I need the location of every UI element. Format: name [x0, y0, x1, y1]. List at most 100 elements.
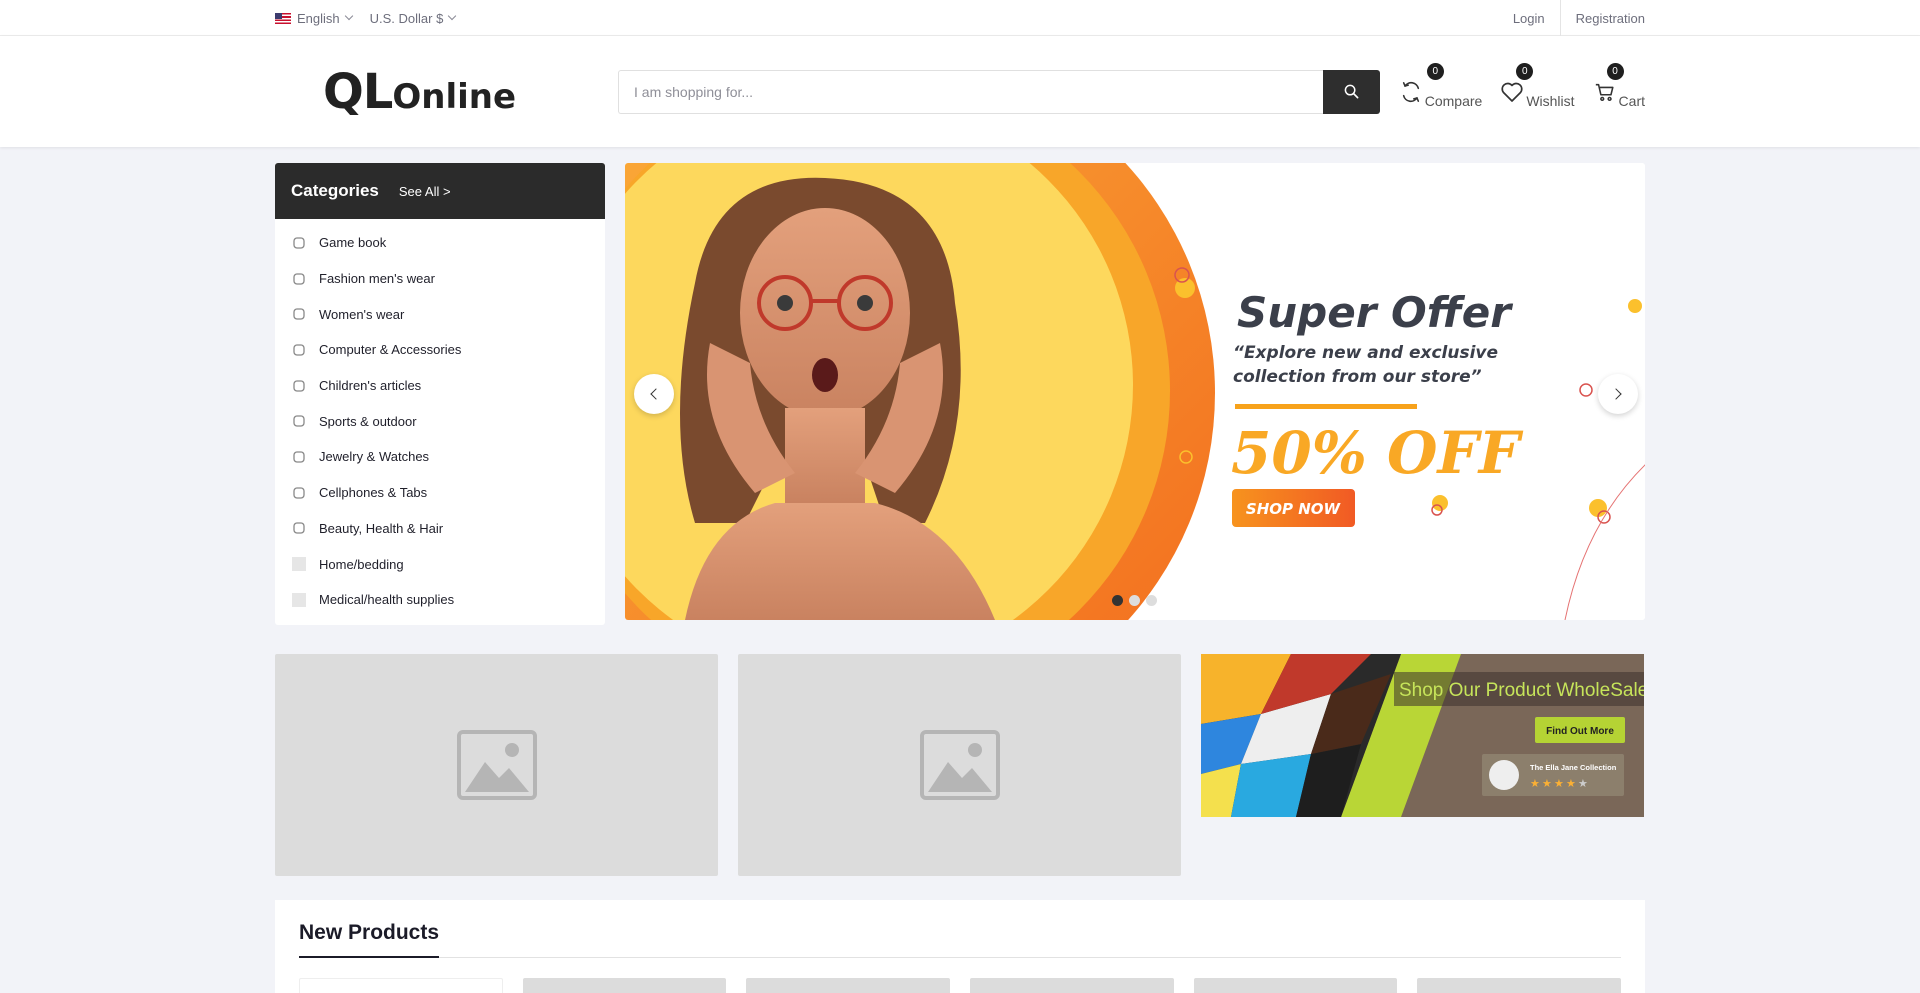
slide-headline: Super Offer	[1237, 288, 1513, 337]
chevron-left-icon	[649, 388, 662, 400]
currency-label: U.S. Dollar $	[369, 10, 444, 26]
category-label: Medical/health supplies	[319, 592, 455, 608]
chevron-down-icon	[344, 11, 353, 21]
category-label: Game book	[319, 235, 387, 251]
svg-text:★: ★	[1566, 778, 1576, 790]
category-item[interactable]: Jewelry & Watches	[275, 439, 605, 475]
categories-panel: Categories See All > Game book Fashion me…	[275, 163, 605, 625]
search-button[interactable]	[1323, 69, 1380, 114]
top-bar: English U.S. Dollar $ Login Registration	[0, 0, 1920, 36]
placeholder-icon	[292, 592, 306, 607]
category-item[interactable]: Home/bedding	[275, 546, 605, 582]
us-flag-icon	[275, 12, 291, 24]
category-label: Women's wear	[319, 306, 405, 322]
category-label: Jewelry & Watches	[319, 449, 430, 465]
slider-prev-button[interactable]	[633, 374, 674, 414]
new-products-section: New Products	[0, 900, 1920, 993]
category-item[interactable]: Computer & Accessories	[275, 332, 605, 368]
tshirts-image: Shop Our Product WholeSale Find Out More…	[1201, 654, 1644, 817]
placeholder-icon	[292, 557, 306, 572]
rating-stars-icon: ★ ★ ★ ★ ★	[1530, 778, 1588, 790]
chevron-down-icon	[448, 11, 457, 21]
phone-icon	[292, 486, 306, 500]
slider-dot-1[interactable]	[1111, 595, 1123, 606]
product-card[interactable]	[299, 978, 503, 993]
currency-selector[interactable]: U.S. Dollar $	[369, 10, 457, 26]
watch-icon	[292, 450, 306, 464]
slide-shop-now: SHOP NOW	[1245, 500, 1341, 518]
wishlist-count-badge: 0	[1516, 62, 1534, 80]
compare-count-badge: 0	[1426, 62, 1444, 80]
language-selector[interactable]: English	[275, 10, 353, 26]
refresh-icon	[1399, 80, 1423, 104]
svg-text:★: ★	[1530, 778, 1540, 790]
slider-dots	[1111, 595, 1157, 606]
product-card[interactable]	[746, 978, 951, 993]
cart-label: Cart	[1618, 92, 1645, 109]
svg-text:★: ★	[1542, 778, 1552, 790]
category-label: Fashion men's wear	[319, 271, 435, 287]
slider-dot-3[interactable]	[1145, 595, 1157, 606]
wishlist-button[interactable]: 0 Wishlist	[1500, 62, 1575, 108]
compare-button[interactable]: 0 Compare	[1399, 62, 1482, 108]
cart-icon	[1593, 80, 1617, 104]
product-card[interactable]	[522, 978, 727, 993]
dress-icon	[292, 307, 306, 321]
slide-banner: Super Offer “Explore new and exclusive c…	[624, 163, 1645, 620]
search-bar	[618, 69, 1380, 114]
wholesale-badge-text: The Ella Jane Collection	[1530, 763, 1617, 772]
login-link[interactable]: Login	[1498, 0, 1560, 36]
slide-subline-1: “Explore new and exclusive	[1233, 343, 1498, 363]
image-placeholder-icon	[919, 730, 1000, 800]
site-logo[interactable]: QL Online	[275, 64, 551, 120]
search-icon	[1344, 84, 1359, 99]
category-label: Beauty, Health & Hair	[319, 520, 444, 536]
category-item[interactable]: Sports & outdoor	[275, 403, 605, 439]
cart-count-badge: 0	[1606, 62, 1624, 80]
svg-text:★: ★	[1554, 778, 1564, 790]
category-item[interactable]: Game book	[275, 225, 605, 261]
slide-discount: 50% OFF	[1231, 419, 1524, 487]
categories-header: Categories See All >	[275, 163, 605, 219]
category-label: Children's articles	[319, 378, 422, 394]
promo-banners: Shop Our Product WholeSale Find Out More…	[0, 654, 1920, 876]
see-all-link[interactable]: See All >	[399, 184, 451, 199]
category-item[interactable]: Women's wear	[275, 296, 605, 332]
baby-icon	[292, 379, 306, 393]
language-label: English	[297, 10, 340, 26]
product-card[interactable]	[1193, 978, 1398, 993]
computer-icon	[292, 343, 306, 357]
heart-icon	[1500, 80, 1524, 104]
registration-link[interactable]: Registration	[1559, 0, 1645, 36]
category-item[interactable]: Beauty, Health & Hair	[275, 511, 605, 547]
wholesale-banner[interactable]: Shop Our Product WholeSale Find Out More…	[1201, 654, 1644, 817]
beauty-icon	[292, 521, 306, 535]
category-item[interactable]: Children's articles	[275, 368, 605, 404]
category-item[interactable]: Fashion men's wear	[275, 261, 605, 297]
banner-placeholder-2[interactable]	[738, 654, 1181, 876]
chevron-right-icon	[1609, 388, 1622, 400]
logo-sub-text: Online	[392, 76, 517, 117]
header: QLOnline 0 Compare 0 Wishlist	[0, 36, 1920, 147]
category-item[interactable]: Cellphones & Tabs	[275, 475, 605, 511]
category-label: Home/bedding	[319, 556, 404, 572]
cart-button[interactable]: 0 Cart	[1593, 62, 1645, 108]
shirt-icon	[292, 272, 306, 286]
product-card[interactable]	[1417, 978, 1622, 993]
hero-slider[interactable]: Super Offer “Explore new and exclusive c…	[624, 163, 1645, 620]
product-card[interactable]	[970, 978, 1174, 993]
compare-label: Compare	[1424, 92, 1483, 109]
hero-section: Categories See All > Game book Fashion me…	[0, 163, 1920, 625]
categories-title: Categories	[291, 181, 379, 200]
slider-next-button[interactable]	[1597, 374, 1638, 414]
search-input[interactable]	[618, 69, 1323, 114]
wholesale-button: Find Out More	[1546, 726, 1614, 737]
svg-text:★: ★	[1578, 778, 1588, 790]
new-products-title: New Products	[299, 921, 440, 958]
slider-dot-2[interactable]	[1128, 595, 1140, 606]
gamepad-icon	[292, 236, 306, 250]
category-item[interactable]: Medical/health supplies	[275, 582, 605, 618]
logo-main-text: QL	[323, 63, 393, 120]
wholesale-title: Shop Our Product WholeSale	[1399, 680, 1644, 701]
banner-placeholder-1[interactable]	[275, 654, 718, 876]
